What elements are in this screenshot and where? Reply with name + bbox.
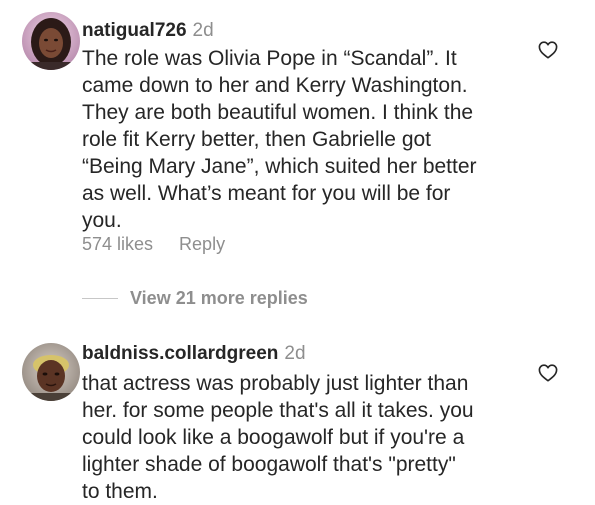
view-more-replies-button[interactable]: View 21 more replies bbox=[82, 286, 308, 310]
comment-text: The role was Olivia Pope in “Scandal”. I… bbox=[82, 47, 477, 232]
comment-header: baldniss.collardgreen 2d bbox=[82, 343, 306, 365]
timestamp: 2d bbox=[284, 343, 306, 364]
comment-actions: 574 likes Reply bbox=[82, 233, 225, 255]
view-more-replies-label: View 21 more replies bbox=[130, 287, 308, 308]
username[interactable]: natigual726 bbox=[82, 20, 187, 41]
comment-text: that actress was probably just lighter t… bbox=[82, 372, 474, 503]
divider bbox=[82, 297, 118, 299]
avatar[interactable] bbox=[22, 12, 80, 70]
likes-count[interactable]: 574 likes bbox=[82, 234, 153, 254]
heart-outline-icon[interactable] bbox=[538, 364, 558, 382]
reply-button[interactable]: Reply bbox=[179, 234, 225, 254]
comment-header: natigual726 2d bbox=[82, 20, 214, 42]
username[interactable]: baldniss.collardgreen bbox=[82, 343, 278, 364]
timestamp: 2d bbox=[192, 20, 214, 41]
heart-outline-icon[interactable] bbox=[538, 41, 558, 59]
avatar[interactable] bbox=[22, 343, 80, 401]
